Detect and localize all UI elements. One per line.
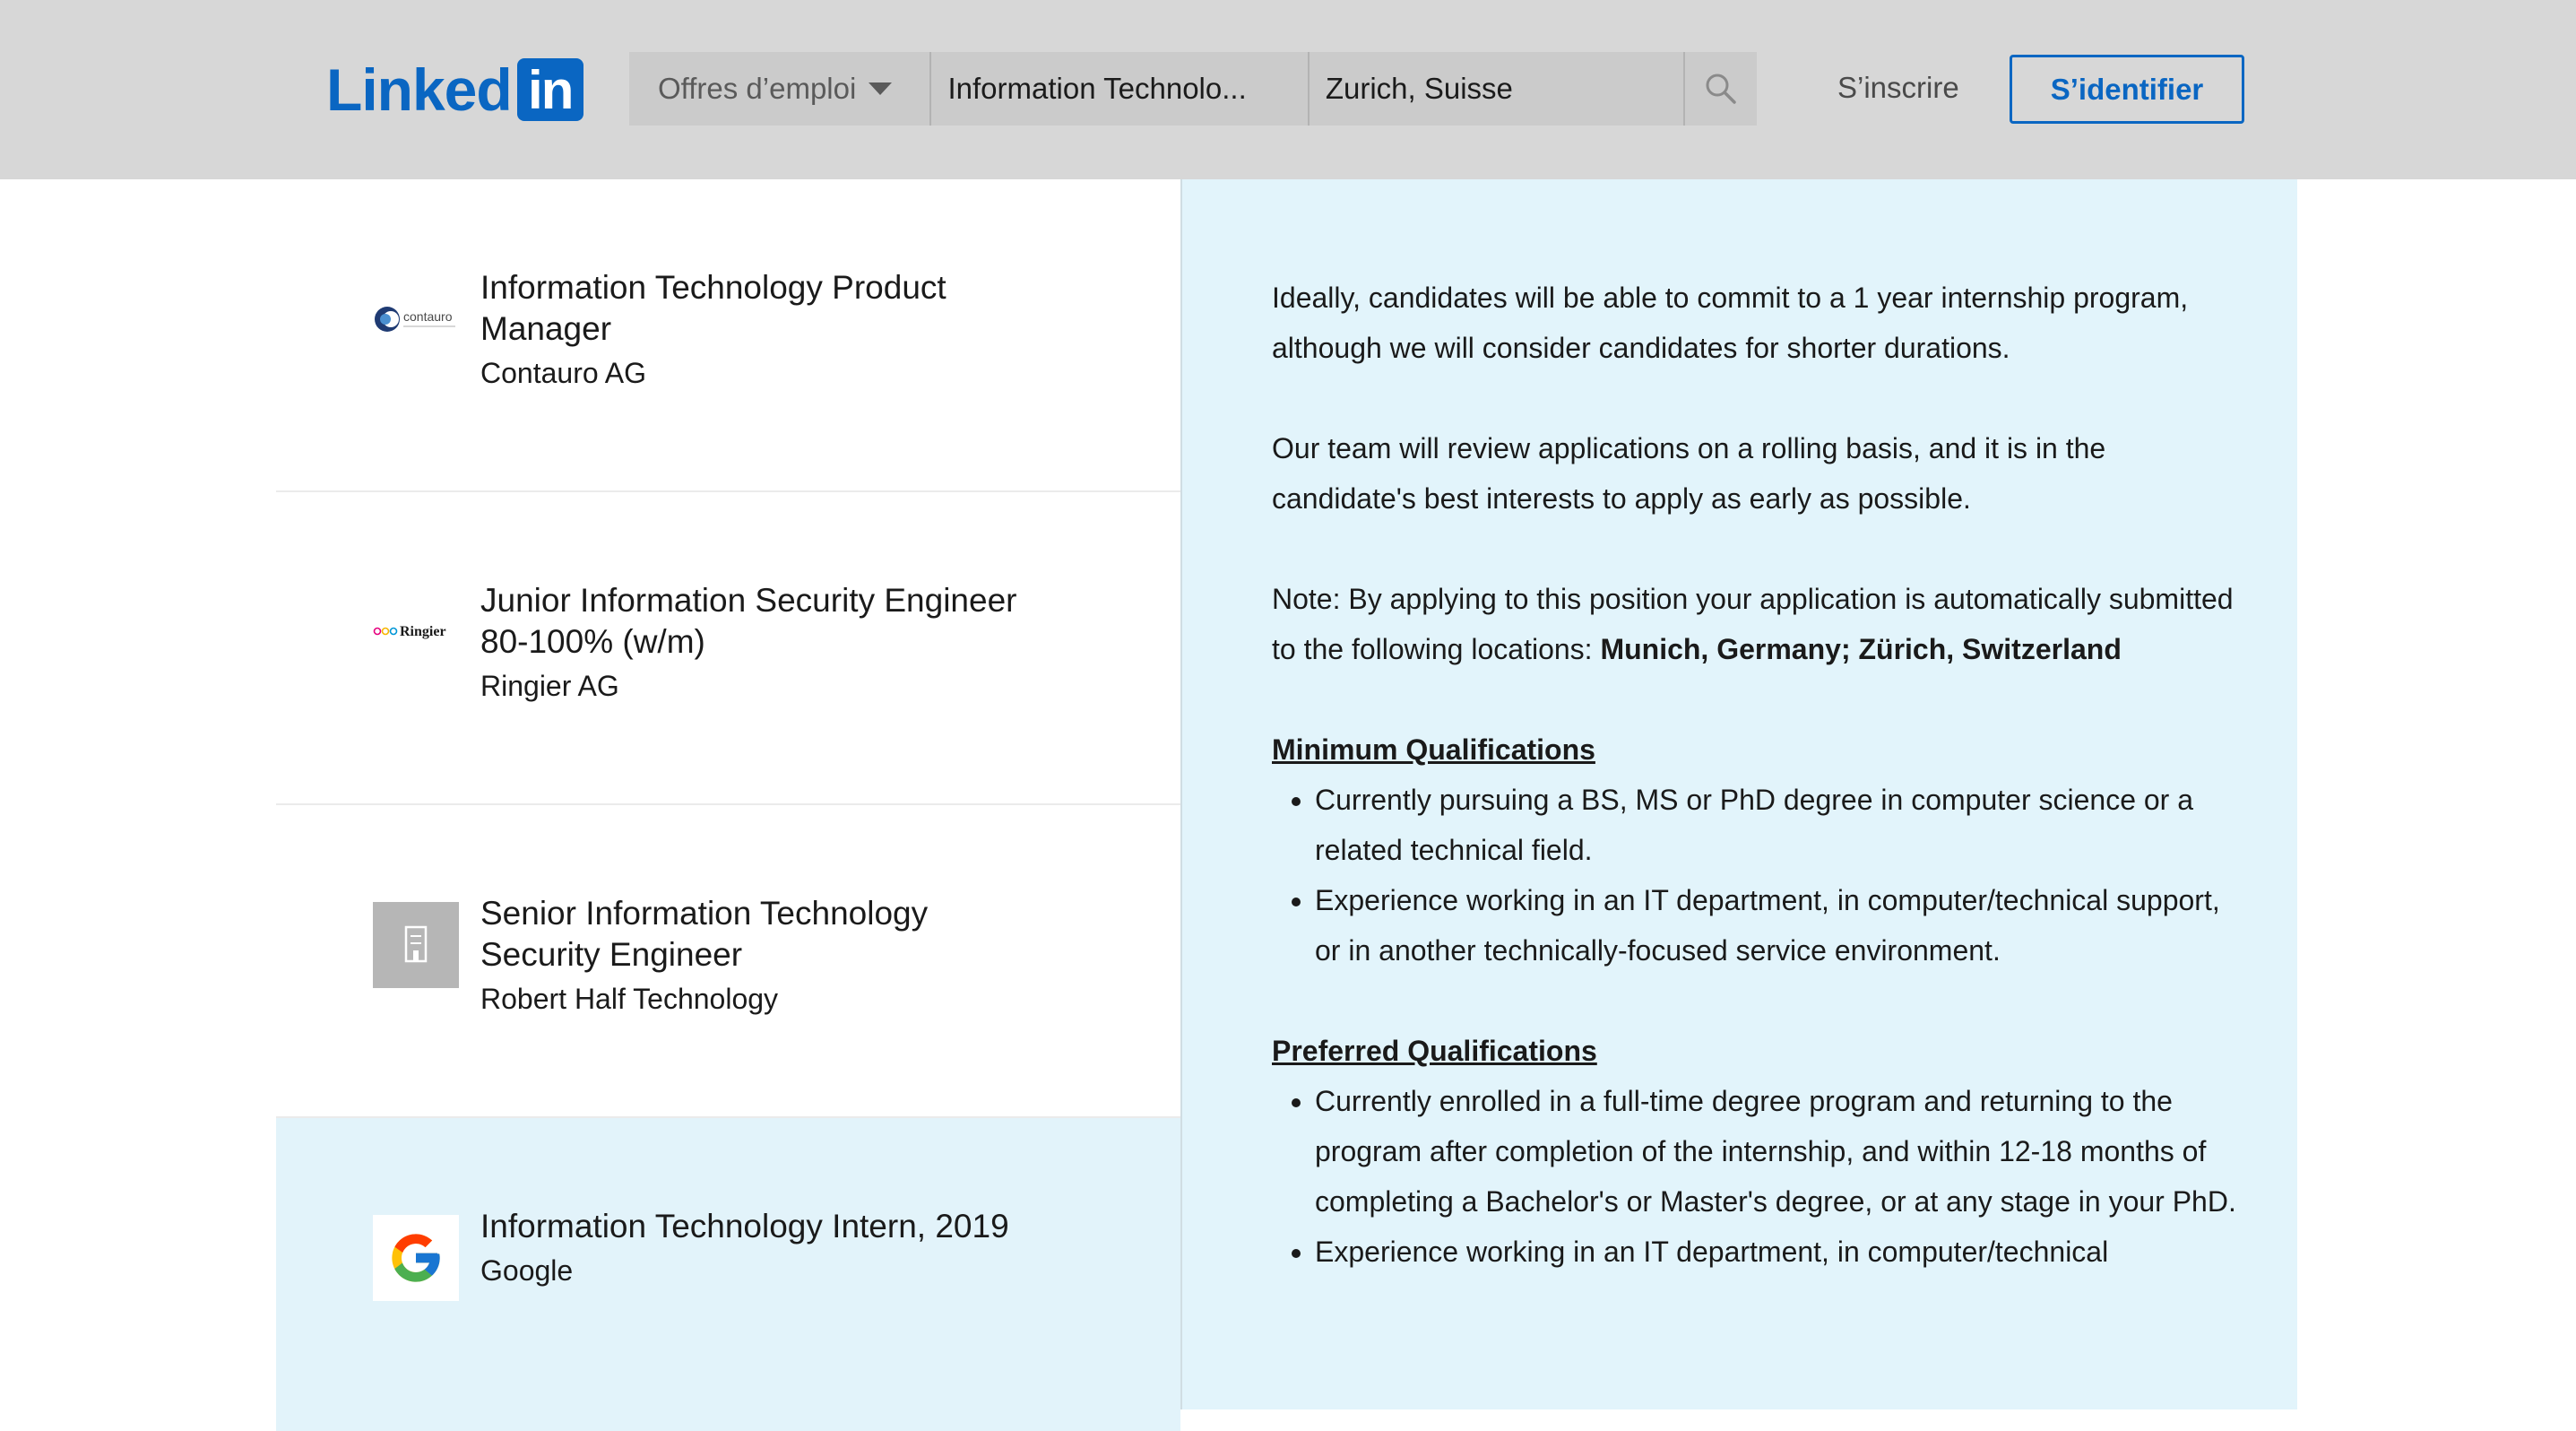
signin-button[interactable]: S’identifier — [2010, 55, 2244, 124]
svg-text:Ringier: Ringier — [400, 624, 446, 639]
company-name: Robert Half Technology — [480, 983, 779, 1015]
company-name: Contauro AG — [480, 357, 646, 389]
job-description-body: Ideally, candidates will be able to comm… — [1272, 273, 2240, 1327]
job-title[interactable]: Information Technology Product Manager — [480, 267, 1018, 350]
job-description-panel: Ideally, candidates will be able to comm… — [1180, 179, 2297, 1409]
job-result-item-selected[interactable]: Information Technology Intern, 2019 Goog… — [276, 1118, 1180, 1431]
caret-down-icon — [869, 82, 893, 95]
locations-list: Munich, Germany; Zürich, Switzerland — [1600, 633, 2122, 665]
qualification-item: Currently enrolled in a full-time degree… — [1315, 1076, 2240, 1227]
search-button[interactable] — [1683, 52, 1757, 126]
jobs-dropdown[interactable]: Offres d’emploi — [629, 52, 929, 126]
top-nav-bar: Linked in Offres d’emploi Information Te… — [0, 0, 2576, 179]
signup-link[interactable]: S’inscrire — [1837, 71, 1959, 105]
job-result-text: Junior Information Security Engineer 80-… — [480, 580, 1018, 707]
minimum-qualifications-list: Currently pursuing a BS, MS or PhD degre… — [1272, 775, 2240, 976]
preferred-qualifications-heading: Preferred Qualifications — [1272, 1035, 1597, 1067]
qualification-item: Experience working in an IT department, … — [1315, 875, 2240, 976]
contauro-logo: contauro — [373, 276, 459, 362]
job-results-list: contauro Information Technology Product … — [276, 179, 1180, 1431]
building-placeholder-icon — [373, 902, 459, 988]
logo-text: Linked — [326, 56, 513, 123]
logo-in-badge: in — [516, 58, 583, 121]
google-logo — [373, 1215, 459, 1301]
svg-text:contauro: contauro — [403, 309, 453, 324]
location-input[interactable]: Zurich, Suisse — [1307, 52, 1683, 126]
qualification-item: Experience working in an IT department, … — [1315, 1227, 2240, 1277]
job-result-text: Information Technology Product Manager C… — [480, 267, 1018, 395]
job-title[interactable]: Information Technology Intern, 2019 — [480, 1206, 1018, 1247]
job-result-item[interactable]: Senior Information Technology Security E… — [276, 805, 1180, 1118]
desc-paragraph-locations: Note: By applying to this position your … — [1272, 574, 2240, 674]
job-result-item[interactable]: contauro Information Technology Product … — [276, 179, 1180, 492]
job-title[interactable]: Junior Information Security Engineer 80-… — [480, 580, 1018, 663]
keywords-value: Information Technolo... — [947, 72, 1247, 105]
preferred-qualifications-list: Currently enrolled in a full-time degree… — [1272, 1076, 2240, 1277]
linkedin-logo[interactable]: Linked in — [326, 56, 583, 124]
location-value: Zurich, Suisse — [1325, 72, 1513, 105]
job-title[interactable]: Senior Information Technology Security E… — [480, 893, 1018, 976]
desc-paragraph: Ideally, candidates will be able to comm… — [1272, 282, 2189, 364]
company-name: Ringier AG — [480, 670, 619, 702]
job-result-text: Senior Information Technology Security E… — [480, 893, 1018, 1020]
qualification-item: Currently pursuing a BS, MS or PhD degre… — [1315, 775, 2240, 875]
job-result-text: Information Technology Intern, 2019 Goog… — [480, 1206, 1018, 1292]
desc-paragraph: Our team will review applications on a r… — [1272, 432, 2106, 515]
job-search-bar: Offres d’emploi Information Technolo... … — [629, 52, 1757, 126]
ringier-logo: Ringier — [373, 589, 459, 675]
search-icon — [1706, 74, 1736, 104]
minimum-qualifications-heading: Minimum Qualifications — [1272, 733, 1595, 766]
keywords-input[interactable]: Information Technolo... — [929, 52, 1307, 126]
job-result-item[interactable]: Ringier Junior Information Security Engi… — [276, 492, 1180, 805]
company-name: Google — [480, 1254, 574, 1287]
jobs-dropdown-label: Offres d’emploi — [658, 72, 857, 105]
